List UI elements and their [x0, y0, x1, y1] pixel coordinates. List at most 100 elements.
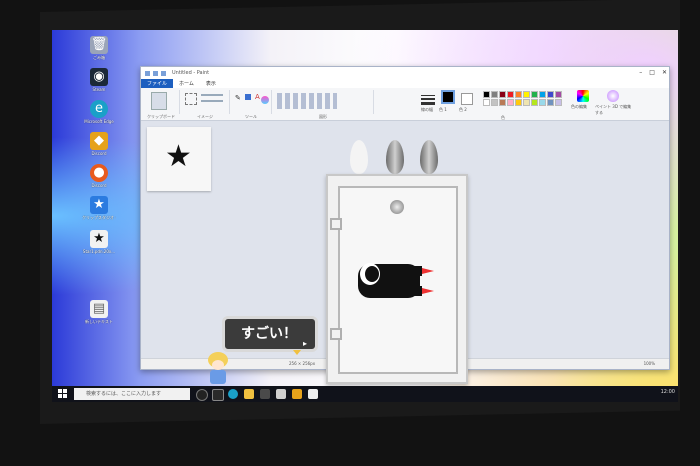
mail-taskbar-icon[interactable] — [276, 389, 286, 399]
color2-label: 色 2 — [459, 107, 467, 112]
taskbar-search[interactable]: 検索するには、ここに入力します — [74, 388, 190, 400]
star-file-glyph: ★ — [90, 230, 108, 248]
text-tool-icon[interactable]: A — [255, 93, 260, 101]
image-group: イメージ — [181, 90, 230, 119]
edge-icon[interactable]: e Microsoft Edge — [82, 100, 116, 124]
bubble-arrow-icon: ▸ — [302, 339, 307, 348]
chibi-character-sticker — [204, 352, 232, 386]
fridge-hinge-bottom — [330, 328, 342, 340]
explorer-taskbar-icon[interactable] — [244, 389, 254, 399]
image-group-label: イメージ — [197, 114, 213, 119]
palette-swatch[interactable] — [539, 99, 546, 106]
palette-swatch[interactable] — [547, 91, 554, 98]
palette-swatch[interactable] — [499, 91, 506, 98]
palette-swatch[interactable] — [523, 99, 530, 106]
paint-titlebar[interactable]: Untitled - Paint – □ ✕ — [141, 67, 669, 79]
cortana-icon[interactable] — [196, 389, 208, 401]
paint-taskbar-icon[interactable] — [308, 389, 318, 399]
tools-group-label: ツール — [245, 114, 257, 119]
palette-swatch[interactable] — [507, 91, 514, 98]
search-placeholder: 検索するには、ここに入力します — [86, 391, 162, 397]
steam-label: Steam — [92, 87, 106, 92]
palette-swatch[interactable] — [491, 91, 498, 98]
minimize-icon[interactable]: – — [639, 69, 642, 76]
palette-swatch[interactable] — [523, 91, 530, 98]
paint3d-icon[interactable] — [607, 90, 619, 102]
resize-icon[interactable] — [201, 100, 223, 102]
tools-group: ✎ A ツール — [231, 90, 272, 119]
star-file-icon[interactable]: ★ Star1.pdn.20x... — [82, 230, 116, 254]
tab-view[interactable]: 表示 — [200, 79, 222, 88]
star-app-glyph: ★ — [90, 196, 108, 214]
redo-quick-icon[interactable] — [161, 70, 166, 76]
size-button[interactable]: 線の幅 — [421, 92, 435, 112]
pencil-icon[interactable]: ✎ — [235, 94, 241, 102]
steam-glyph: ◉ — [90, 68, 108, 86]
app-orange-label: Discord — [91, 183, 107, 188]
color-palette — [483, 91, 562, 106]
palette-swatch[interactable] — [483, 91, 490, 98]
app-yellow-glyph: ◆ — [90, 132, 108, 150]
edit-colors-icon[interactable] — [577, 90, 589, 102]
palette-swatch[interactable] — [555, 91, 562, 98]
discord-taskbar-icon[interactable] — [292, 389, 302, 399]
palette-swatch[interactable] — [499, 99, 506, 106]
task-view-icon[interactable] — [212, 389, 224, 401]
speech-bubble-text: すごい！ — [241, 326, 297, 342]
crop-icon[interactable] — [201, 94, 223, 96]
tab-home[interactable]: ホーム — [173, 79, 200, 88]
star-file-label: Star1.pdn.20x... — [82, 249, 116, 254]
star-app-icon[interactable]: ★ クリップスタジオ ペイント — [82, 196, 116, 221]
text-file-icon[interactable]: ▤ 新しいテキスト — [82, 300, 116, 325]
shapes-group-label: 図形 — [319, 114, 327, 119]
save-quick-icon[interactable] — [145, 70, 150, 76]
start-button[interactable] — [58, 389, 68, 399]
palette-swatch[interactable] — [547, 99, 554, 106]
maximize-icon[interactable]: □ — [649, 69, 655, 76]
palette-swatch[interactable] — [531, 91, 538, 98]
close-icon[interactable]: ✕ — [662, 69, 667, 76]
app-yellow-label: Discord — [91, 151, 107, 156]
quick-access-toolbar — [145, 70, 166, 76]
tab-file[interactable]: ファイル — [141, 79, 174, 88]
edge-taskbar-icon[interactable] — [228, 389, 238, 399]
color2-swatch[interactable] — [461, 93, 473, 105]
window-title: Untitled - Paint — [172, 70, 210, 76]
recycle-bin-icon[interactable]: 🗑 ごみ箱 — [82, 36, 116, 61]
store-taskbar-icon[interactable] — [260, 389, 270, 399]
paste-icon[interactable] — [151, 92, 167, 110]
shapes-gallery[interactable] — [277, 93, 337, 109]
edit-colors-label: 色の編集 — [571, 104, 587, 109]
palette-swatch[interactable] — [515, 91, 522, 98]
palette-swatch[interactable] — [515, 99, 522, 106]
egg-white — [350, 140, 368, 174]
text-file-label: 新しいテキスト — [85, 319, 113, 324]
fridge-panel — [338, 186, 458, 374]
palette-swatch[interactable] — [555, 99, 562, 106]
app-orange-glyph: ● — [90, 164, 108, 182]
egg-gray-2 — [420, 140, 438, 174]
palette-swatch[interactable] — [531, 99, 538, 106]
palette-swatch[interactable] — [539, 91, 546, 98]
rocket-sticker — [358, 263, 434, 298]
palette-swatch[interactable] — [507, 99, 514, 106]
drawing-canvas[interactable]: ★ — [147, 127, 211, 191]
edge-label: Microsoft Edge — [84, 119, 114, 124]
window-controls: – □ ✕ — [639, 69, 667, 76]
brush-icon[interactable] — [261, 96, 269, 104]
color1-swatch[interactable] — [441, 90, 455, 104]
select-icon[interactable] — [185, 93, 197, 105]
palette-swatch[interactable] — [483, 99, 490, 106]
fridge-hinge-top — [330, 218, 342, 230]
steam-icon[interactable]: ◉ Steam — [82, 68, 116, 92]
egg-gray-1 — [386, 140, 404, 174]
text-file-glyph: ▤ — [90, 300, 108, 318]
fill-icon[interactable] — [245, 94, 251, 100]
shapes-group: 図形 — [273, 90, 374, 119]
speech-bubble: すごい！ ▸ — [222, 316, 318, 355]
app-orange-icon[interactable]: ● Discord — [82, 164, 116, 188]
undo-quick-icon[interactable] — [153, 70, 158, 76]
fridge-door — [326, 174, 468, 384]
palette-swatch[interactable] — [491, 99, 498, 106]
app-yellow-icon[interactable]: ◆ Discord — [82, 132, 116, 156]
